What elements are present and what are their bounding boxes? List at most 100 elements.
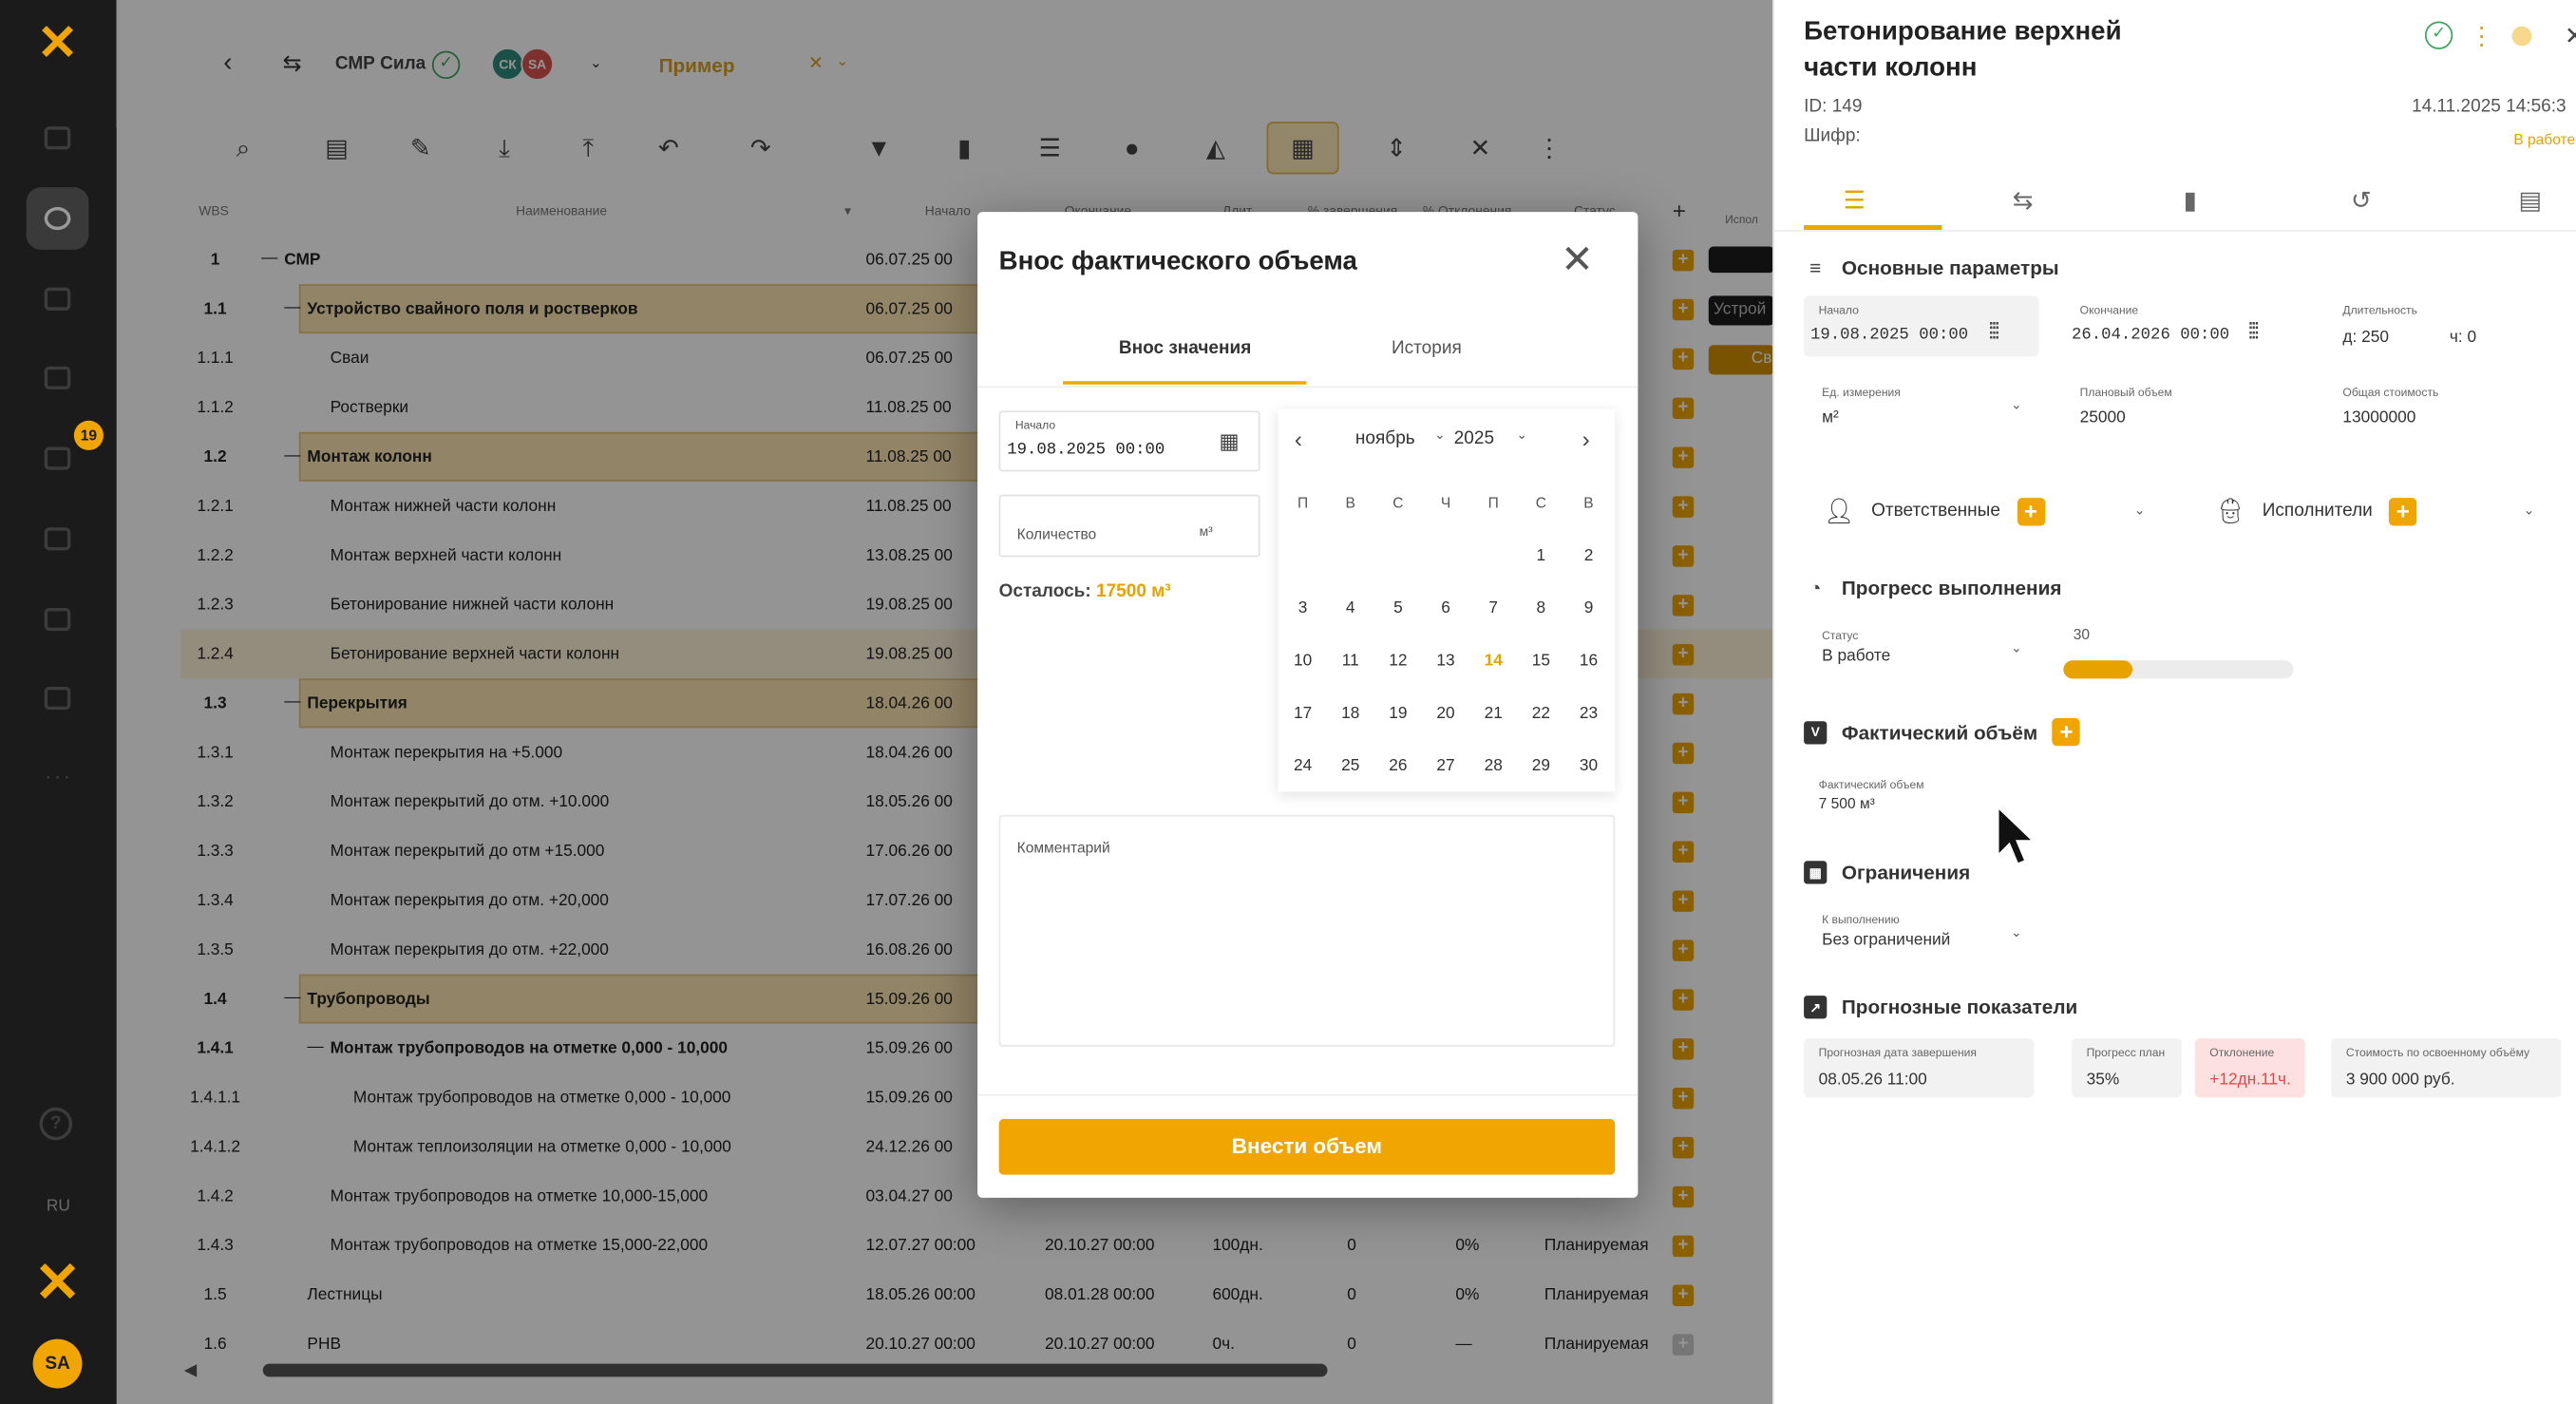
tab-history[interactable]: История	[1392, 338, 1462, 358]
calendar-day[interactable]: 29	[1522, 757, 1562, 775]
year-select[interactable]: 2025	[1454, 428, 1494, 448]
calendar-day[interactable]: 24	[1283, 757, 1323, 775]
tab-links-icon[interactable]: ⇆	[2013, 185, 2034, 215]
calendar-day[interactable]: 17	[1283, 705, 1323, 723]
sidebar-item-video[interactable]	[27, 106, 89, 169]
weekday-label: Ч	[1440, 494, 1451, 511]
unit-select[interactable]: Ед. измерения м² ⌄	[1804, 376, 2030, 438]
calendar-day[interactable]: 12	[1378, 653, 1418, 671]
status-select[interactable]: Статус В работе ⌄	[1804, 620, 2030, 677]
calendar-day[interactable]: 16	[1569, 653, 1609, 671]
progress-bar[interactable]	[2063, 660, 2294, 679]
calendar-day[interactable]: 21	[1473, 705, 1513, 723]
calendar-day[interactable]: 14	[1473, 653, 1513, 671]
calendar-day[interactable]: 7	[1473, 599, 1513, 617]
sidebar-item-alerts[interactable]	[27, 347, 89, 409]
responsible-select[interactable]: 👤︎ Ответственные +	[1824, 486, 2045, 536]
sidebar-item-documents[interactable]	[27, 268, 89, 331]
person-icon: 👤︎	[1823, 498, 1855, 526]
user-avatar[interactable]: SA	[32, 1338, 83, 1389]
total-cost-field[interactable]: Общая стоимость 13000000	[2327, 376, 2562, 438]
calendar-icon[interactable]: ▦	[1219, 428, 1239, 455]
calendar-day[interactable]: 22	[1522, 705, 1562, 723]
calendar-grid-icon[interactable]: ⁞⁞⁞	[2247, 317, 2260, 344]
quantity-input[interactable]: Количество м³	[998, 494, 1260, 558]
add-responsible-icon[interactable]: +	[2017, 497, 2045, 525]
calendar-day[interactable]: 28	[1473, 757, 1513, 775]
calendar-day[interactable]: 26	[1378, 757, 1418, 775]
field-value: Без ограничений	[1822, 931, 1951, 950]
sidebar-item-schedule[interactable]	[26, 187, 89, 250]
chevron-down-icon[interactable]: ⌄	[1516, 427, 1527, 443]
calendar-day[interactable]: 3	[1283, 599, 1323, 617]
next-month-icon[interactable]: ›	[1582, 426, 1590, 452]
chevron-down-icon[interactable]: ⌄	[2524, 503, 2535, 518]
calendar-day[interactable]: 13	[1426, 653, 1466, 671]
add-volume-icon[interactable]: +	[2052, 717, 2081, 747]
dialog-title: Внос фактического объема	[998, 248, 1357, 276]
tab-enter-value[interactable]: Внос значения	[1119, 338, 1251, 358]
mouse-cursor-icon	[1996, 804, 2037, 866]
chevron-down-icon[interactable]: ⌄	[2011, 398, 2022, 413]
calendar-day[interactable]: 8	[1522, 599, 1562, 617]
month-select[interactable]: ноябрь	[1355, 428, 1415, 448]
tab-history-icon[interactable]: ↺	[2351, 185, 2372, 215]
prev-month-icon[interactable]: ‹	[1295, 426, 1302, 452]
add-executor-icon[interactable]: +	[2389, 497, 2417, 525]
end-date-field[interactable]: Окончание 26.04.2026 00:00 ⁞⁞⁞	[2065, 295, 2299, 357]
tab-parameters-icon[interactable]: ☰	[1844, 185, 1866, 215]
calendar-day[interactable]: 30	[1569, 757, 1609, 775]
calendar-day[interactable]: 9	[1569, 599, 1609, 617]
calendar-day[interactable]: 4	[1331, 599, 1371, 617]
tab-files-icon[interactable]: ▮	[2184, 185, 2197, 215]
comment-field[interactable]: Комментарий	[998, 814, 1616, 1047]
calendar-day[interactable]: 15	[1522, 653, 1562, 671]
start-date-field[interactable]: Начало 19.08.2025 00:00 ⁞⁞⁞	[1804, 295, 2039, 357]
calendar-day[interactable]: 2	[1569, 547, 1609, 565]
chevron-down-icon[interactable]: ⌄	[2134, 503, 2146, 518]
duration-field[interactable]: Длительность д: 250 ч: 0	[2327, 295, 2550, 357]
document-icon	[44, 287, 71, 311]
trend-icon: ↗	[1804, 996, 1828, 1019]
calendar-day[interactable]: 27	[1426, 757, 1466, 775]
calendar-day[interactable]: 23	[1569, 705, 1609, 723]
sidebar-item-buildings[interactable]	[27, 588, 89, 651]
field-label: Длительность	[2342, 305, 2417, 317]
calendar-day[interactable]: 10	[1283, 653, 1323, 671]
task-date: 14.11.2025 14:56:3	[2412, 97, 2567, 117]
sidebar-item-calendar[interactable]	[27, 507, 89, 570]
calendar-day[interactable]: 19	[1378, 705, 1418, 723]
field-label: Окончание	[2079, 305, 2139, 317]
more-icon[interactable]: ···	[45, 763, 72, 789]
more-vertical-icon[interactable]: ⋮	[2470, 21, 2494, 50]
close-icon[interactable]: ✕	[2565, 21, 2576, 50]
start-date-field[interactable]: Начало 19.08.2025 00:00 ▦	[998, 410, 1260, 472]
calendar-day[interactable]: 20	[1426, 705, 1466, 723]
submit-volume-button[interactable]: Внести объем	[998, 1118, 1616, 1175]
calendar-day[interactable]: 5	[1378, 599, 1418, 617]
chevron-down-icon[interactable]: ⌄	[2011, 641, 2022, 656]
help-icon[interactable]: ?	[39, 1107, 73, 1141]
tab-comments-icon[interactable]: ▤	[2518, 185, 2542, 215]
close-icon[interactable]: ✕	[1561, 240, 1594, 281]
tasks-badge: 19	[73, 420, 104, 450]
calendar-day[interactable]: 1	[1522, 547, 1562, 565]
chevron-down-icon[interactable]: ⌄	[2011, 925, 2022, 940]
chevron-down-icon[interactable]: ⌄	[1434, 427, 1446, 443]
calendar-day[interactable]: 25	[1331, 757, 1371, 775]
executors-select[interactable]: 👷︎ Исполнители +	[2215, 486, 2417, 536]
planned-volume-field[interactable]: Плановый объем 25000	[2065, 376, 2299, 438]
app-logo[interactable]: ✕	[31, 17, 84, 70]
date-picker: ‹ ноябрь ⌄ 2025 ⌄ › П В С Ч П С В 1 2 3 4 5 6 7 8 9 10 11…	[1278, 408, 1616, 792]
language-switch[interactable]: RU	[0, 1198, 117, 1216]
section-title: Ограничения	[1841, 861, 1971, 884]
remaining-label: Осталось:	[998, 581, 1091, 602]
limits-select[interactable]: К выполнению Без ограничений ⌄	[1804, 906, 2030, 960]
calendar-day[interactable]: 18	[1331, 705, 1371, 723]
calendar-day[interactable]: 6	[1426, 599, 1466, 617]
calendar-grid-icon[interactable]: ⁞⁞⁞	[1988, 317, 2000, 344]
section-forecast: ↗ Прогнозные показатели	[1804, 996, 2077, 1019]
sidebar-item-reports[interactable]	[27, 667, 89, 730]
alert-icon	[44, 366, 71, 389]
calendar-day[interactable]: 11	[1331, 653, 1371, 671]
